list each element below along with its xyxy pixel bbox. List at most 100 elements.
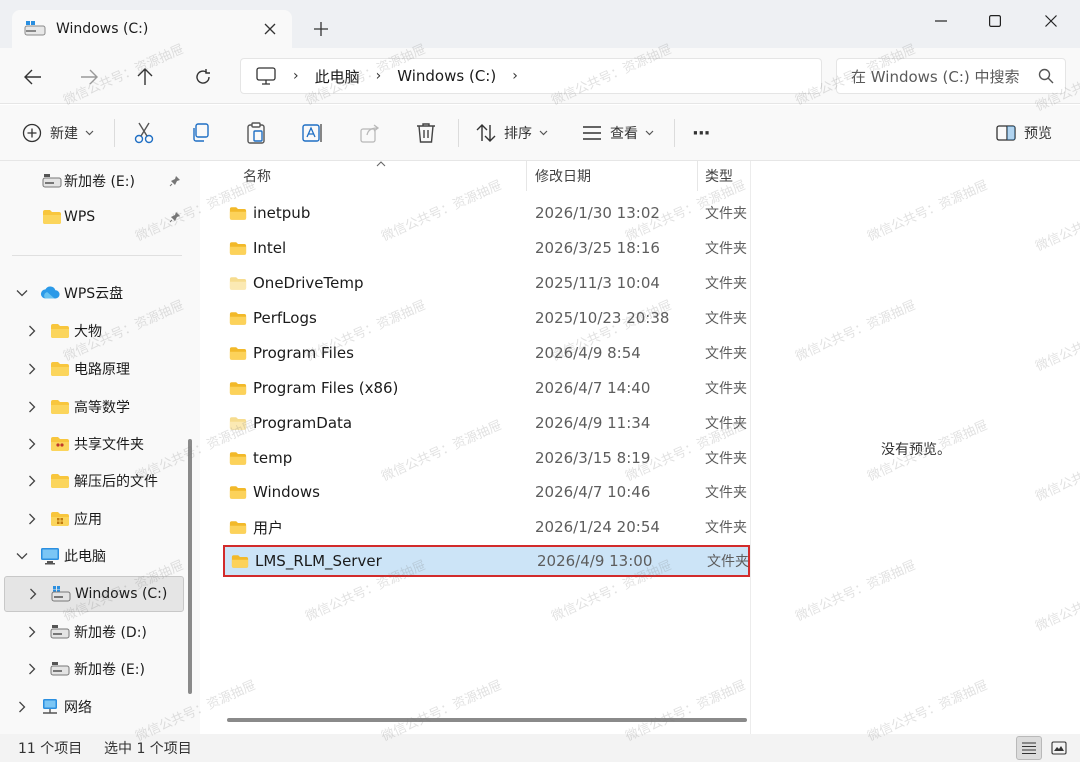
details-view-icon[interactable] bbox=[1016, 736, 1042, 760]
file-row[interactable]: Windows 2026/4/7 10:46 文件夹 bbox=[223, 476, 750, 508]
chevron-right-icon[interactable] bbox=[27, 588, 39, 600]
tab-windows-c[interactable]: Windows (C:) bbox=[12, 10, 292, 48]
sidebar-item-drive-e[interactable]: 新加卷 (E:) bbox=[4, 651, 184, 687]
file-row[interactable]: inetpub 2026/1/30 13:02 文件夹 bbox=[223, 197, 750, 229]
chevron-right-icon[interactable] bbox=[26, 513, 38, 525]
view-label: 查看 bbox=[610, 126, 638, 142]
more-options-button[interactable]: ··· bbox=[692, 105, 710, 161]
file-modified-date: 2025/11/3 10:04 bbox=[535, 274, 660, 292]
sidebar-scrollbar[interactable] bbox=[188, 439, 192, 694]
column-header-date[interactable]: 修改日期 bbox=[535, 161, 591, 191]
file-name: temp bbox=[253, 449, 293, 467]
maximize-icon[interactable] bbox=[972, 6, 1018, 36]
minimize-icon[interactable] bbox=[918, 6, 964, 36]
paste-button[interactable] bbox=[246, 105, 266, 161]
sidebar-item-dawu[interactable]: 大物 bbox=[4, 313, 184, 349]
cut-button[interactable] bbox=[134, 105, 154, 161]
back-arrow-icon[interactable] bbox=[20, 64, 46, 90]
search-placeholder: 在 Windows (C:) 中搜索 bbox=[851, 67, 1020, 86]
sidebar-item-drive-e-pinned[interactable]: 新加卷 (E:) bbox=[4, 163, 184, 199]
sidebar-item-wps[interactable]: WPS bbox=[4, 199, 184, 235]
file-type: 文件夹 bbox=[705, 381, 747, 397]
sidebar-item-this-pc[interactable]: 此电脑 bbox=[4, 538, 184, 574]
file-row[interactable]: Intel 2026/3/25 18:16 文件夹 bbox=[223, 232, 750, 264]
file-row[interactable]: PerfLogs 2025/10/23 20:38 文件夹 bbox=[223, 302, 750, 334]
breadcrumb-windows-c[interactable]: Windows (C:) bbox=[397, 67, 496, 85]
chevron-right-icon[interactable] bbox=[26, 475, 38, 487]
search-input[interactable]: 在 Windows (C:) 中搜索 bbox=[836, 58, 1066, 94]
large-icons-view-icon[interactable] bbox=[1046, 736, 1072, 760]
column-header-name[interactable]: 名称 bbox=[243, 161, 271, 191]
file-row[interactable]: temp 2026/3/15 8:19 文件夹 bbox=[223, 442, 750, 474]
horizontal-scrollbar[interactable] bbox=[227, 718, 747, 722]
sidebar-item-apps[interactable]: 应用 bbox=[4, 501, 184, 537]
file-type: 文件夹 bbox=[707, 554, 749, 570]
sidebar-item-label: 共享文件夹 bbox=[74, 437, 144, 453]
sidebar-item-math[interactable]: 高等数学 bbox=[4, 389, 184, 425]
file-row[interactable]: Program Files (x86) 2026/4/7 14:40 文件夹 bbox=[223, 372, 750, 404]
file-modified-date: 2026/4/7 14:40 bbox=[535, 379, 651, 397]
rename-button[interactable] bbox=[302, 105, 324, 161]
pin-icon[interactable] bbox=[168, 210, 182, 224]
forward-arrow-icon[interactable] bbox=[76, 64, 102, 90]
navigation-bar: › 此电脑 › Windows (C:) › 在 Windows (C:) 中搜… bbox=[0, 48, 1080, 104]
sidebar-item-label: 解压后的文件 bbox=[74, 474, 158, 490]
view-button[interactable]: 查看 bbox=[582, 105, 654, 161]
file-row[interactable]: OneDriveTemp 2025/11/3 10:04 文件夹 bbox=[223, 267, 750, 299]
close-tab-icon[interactable] bbox=[260, 19, 280, 39]
file-type: 文件夹 bbox=[705, 276, 747, 292]
sort-button[interactable]: 排序 bbox=[476, 105, 548, 161]
up-arrow-icon[interactable] bbox=[132, 64, 158, 90]
chevron-right-icon[interactable] bbox=[26, 401, 38, 413]
no-preview-text: 没有预览。 bbox=[881, 442, 951, 458]
chevron-right-icon[interactable] bbox=[26, 325, 38, 337]
file-type: 文件夹 bbox=[705, 206, 747, 222]
chevron-right-icon[interactable] bbox=[16, 701, 28, 713]
chevron-right-icon[interactable] bbox=[26, 663, 38, 675]
column-header-type[interactable]: 类型 bbox=[705, 161, 733, 191]
file-name: 用户 bbox=[253, 518, 284, 537]
column-divider[interactable] bbox=[697, 161, 698, 191]
chevron-right-icon[interactable] bbox=[26, 363, 38, 375]
chevron-down-icon[interactable] bbox=[16, 287, 28, 299]
folder-icon bbox=[50, 322, 70, 340]
pin-icon[interactable] bbox=[168, 174, 182, 188]
file-row-selected[interactable]: LMS_RLM_Server 2026/4/9 13:00 文件夹 bbox=[223, 545, 750, 577]
sidebar-item-wps-cloud[interactable]: WPS云盘 bbox=[4, 275, 184, 311]
column-divider[interactable] bbox=[526, 161, 527, 191]
sidebar-item-circuits[interactable]: 电路原理 bbox=[4, 351, 184, 387]
close-window-icon[interactable] bbox=[1028, 6, 1074, 36]
new-button[interactable]: 新建 bbox=[22, 105, 94, 161]
chevron-right-icon[interactable] bbox=[26, 626, 38, 638]
chevron-right-icon[interactable] bbox=[26, 438, 38, 450]
address-bar[interactable]: › 此电脑 › Windows (C:) › bbox=[240, 58, 822, 94]
sidebar-item-label: WPS bbox=[64, 209, 96, 225]
file-row[interactable]: Program Files 2026/4/9 8:54 文件夹 bbox=[223, 337, 750, 369]
breadcrumb-this-pc[interactable]: 此电脑 bbox=[315, 66, 360, 87]
preview-pane-button[interactable]: 预览 bbox=[996, 105, 1052, 161]
folder-icon bbox=[229, 381, 247, 396]
file-row[interactable]: ProgramData 2026/4/9 11:34 文件夹 bbox=[223, 407, 750, 439]
file-row[interactable]: 用户 2026/1/24 20:54 文件夹 bbox=[223, 511, 750, 543]
add-tab-icon[interactable] bbox=[310, 18, 332, 40]
folder-icon bbox=[229, 241, 247, 256]
share-button[interactable] bbox=[360, 105, 380, 161]
sidebar-item-extracted[interactable]: 解压后的文件 bbox=[4, 463, 184, 499]
delete-button[interactable] bbox=[416, 105, 436, 161]
clipboard-icon bbox=[246, 122, 266, 144]
view-lines-icon bbox=[582, 125, 602, 141]
search-icon[interactable] bbox=[1037, 67, 1055, 85]
copy-button[interactable] bbox=[190, 105, 210, 161]
sidebar-item-shared[interactable]: 共享文件夹 bbox=[4, 426, 184, 462]
sidebar-divider bbox=[12, 255, 182, 256]
plus-circle-icon bbox=[22, 123, 42, 143]
refresh-icon[interactable] bbox=[190, 64, 216, 90]
sidebar-item-network[interactable]: 网络 bbox=[4, 689, 184, 725]
sidebar-item-label: Windows (C:) bbox=[75, 586, 168, 602]
sort-icon bbox=[476, 123, 496, 143]
sidebar-item-label: 高等数学 bbox=[74, 400, 130, 416]
sidebar-item-drive-d[interactable]: 新加卷 (D:) bbox=[4, 614, 184, 650]
chevron-right-icon[interactable]: › bbox=[512, 68, 518, 84]
sidebar-item-windows-c[interactable]: Windows (C:) bbox=[4, 576, 184, 612]
chevron-down-icon[interactable] bbox=[16, 550, 28, 562]
